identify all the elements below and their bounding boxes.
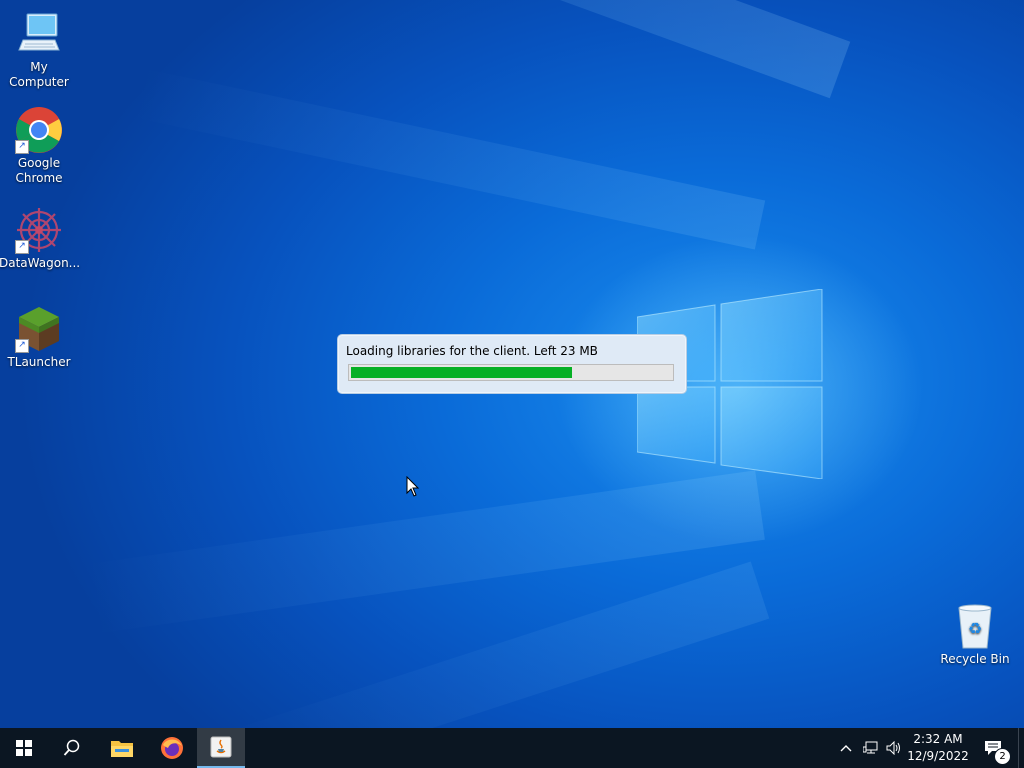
- loading-dialog: Loading libraries for the client. Left 2…: [337, 334, 687, 394]
- notification-count-badge: 2: [994, 748, 1011, 765]
- action-center-button[interactable]: 2: [978, 728, 1012, 768]
- search-icon: [63, 739, 80, 756]
- search-button[interactable]: [48, 728, 96, 768]
- loading-message: Loading libraries for the client. Left 2…: [346, 344, 598, 358]
- loading-progress-fill: [351, 367, 572, 378]
- volume-icon[interactable]: [884, 738, 904, 758]
- svg-text:♻: ♻: [968, 619, 982, 638]
- desktop-icon-google-chrome[interactable]: ↗ Google Chrome: [0, 106, 79, 186]
- taskbar-clock[interactable]: 2:32 AM 12/9/2022: [902, 731, 974, 765]
- tlauncher-grass-block-icon: ↗: [15, 305, 63, 353]
- desktop-icon-label: My Computer: [9, 60, 69, 89]
- taskbar-file-explorer[interactable]: [98, 728, 146, 768]
- datawagon-icon: ↗: [15, 206, 63, 254]
- clock-date: 12/9/2022: [907, 749, 969, 763]
- loading-progress-bar: [348, 364, 674, 381]
- mouse-cursor-icon: [406, 476, 420, 497]
- desktop[interactable]: My Computer ↗ Google Chrome ↗ DataWagon.…: [0, 0, 1024, 728]
- computer-icon: [15, 10, 63, 58]
- taskbar-firefox[interactable]: [148, 728, 196, 768]
- firefox-icon: [161, 737, 183, 759]
- file-explorer-icon: [111, 741, 133, 757]
- start-icon: [16, 740, 32, 756]
- desktop-icon-datawagon[interactable]: ↗ DataWagon...: [0, 206, 81, 271]
- desktop-icon-label: TLauncher: [7, 355, 71, 369]
- network-icon[interactable]: [861, 738, 881, 758]
- light-ray: [128, 67, 766, 250]
- recycle-bin-icon: ♻: [951, 602, 999, 650]
- desktop-icon-my-computer[interactable]: My Computer: [0, 10, 79, 90]
- shortcut-arrow-icon: ↗: [15, 339, 29, 353]
- shortcut-arrow-icon: ↗: [15, 140, 29, 154]
- desktop-icon-label: Recycle Bin: [940, 652, 1010, 666]
- desktop-icon-recycle-bin[interactable]: ♻ Recycle Bin: [935, 602, 1015, 667]
- show-hidden-icons-chevron-up-icon[interactable]: [836, 738, 856, 758]
- desktop-icon-label: DataWagon...: [0, 256, 81, 270]
- taskbar-java[interactable]: [197, 728, 245, 768]
- java-icon: [210, 736, 232, 758]
- desktop-icon-tlauncher[interactable]: ↗ TLauncher: [0, 305, 79, 370]
- start-button[interactable]: [0, 728, 48, 768]
- show-desktop-button[interactable]: [1018, 728, 1024, 768]
- desktop-icon-label: Google Chrome: [15, 156, 63, 185]
- shortcut-arrow-icon: ↗: [15, 240, 29, 254]
- chrome-icon: ↗: [15, 106, 63, 154]
- clock-time: 2:32 AM: [913, 732, 963, 746]
- taskbar: 2:32 AM 12/9/2022 2: [0, 728, 1024, 768]
